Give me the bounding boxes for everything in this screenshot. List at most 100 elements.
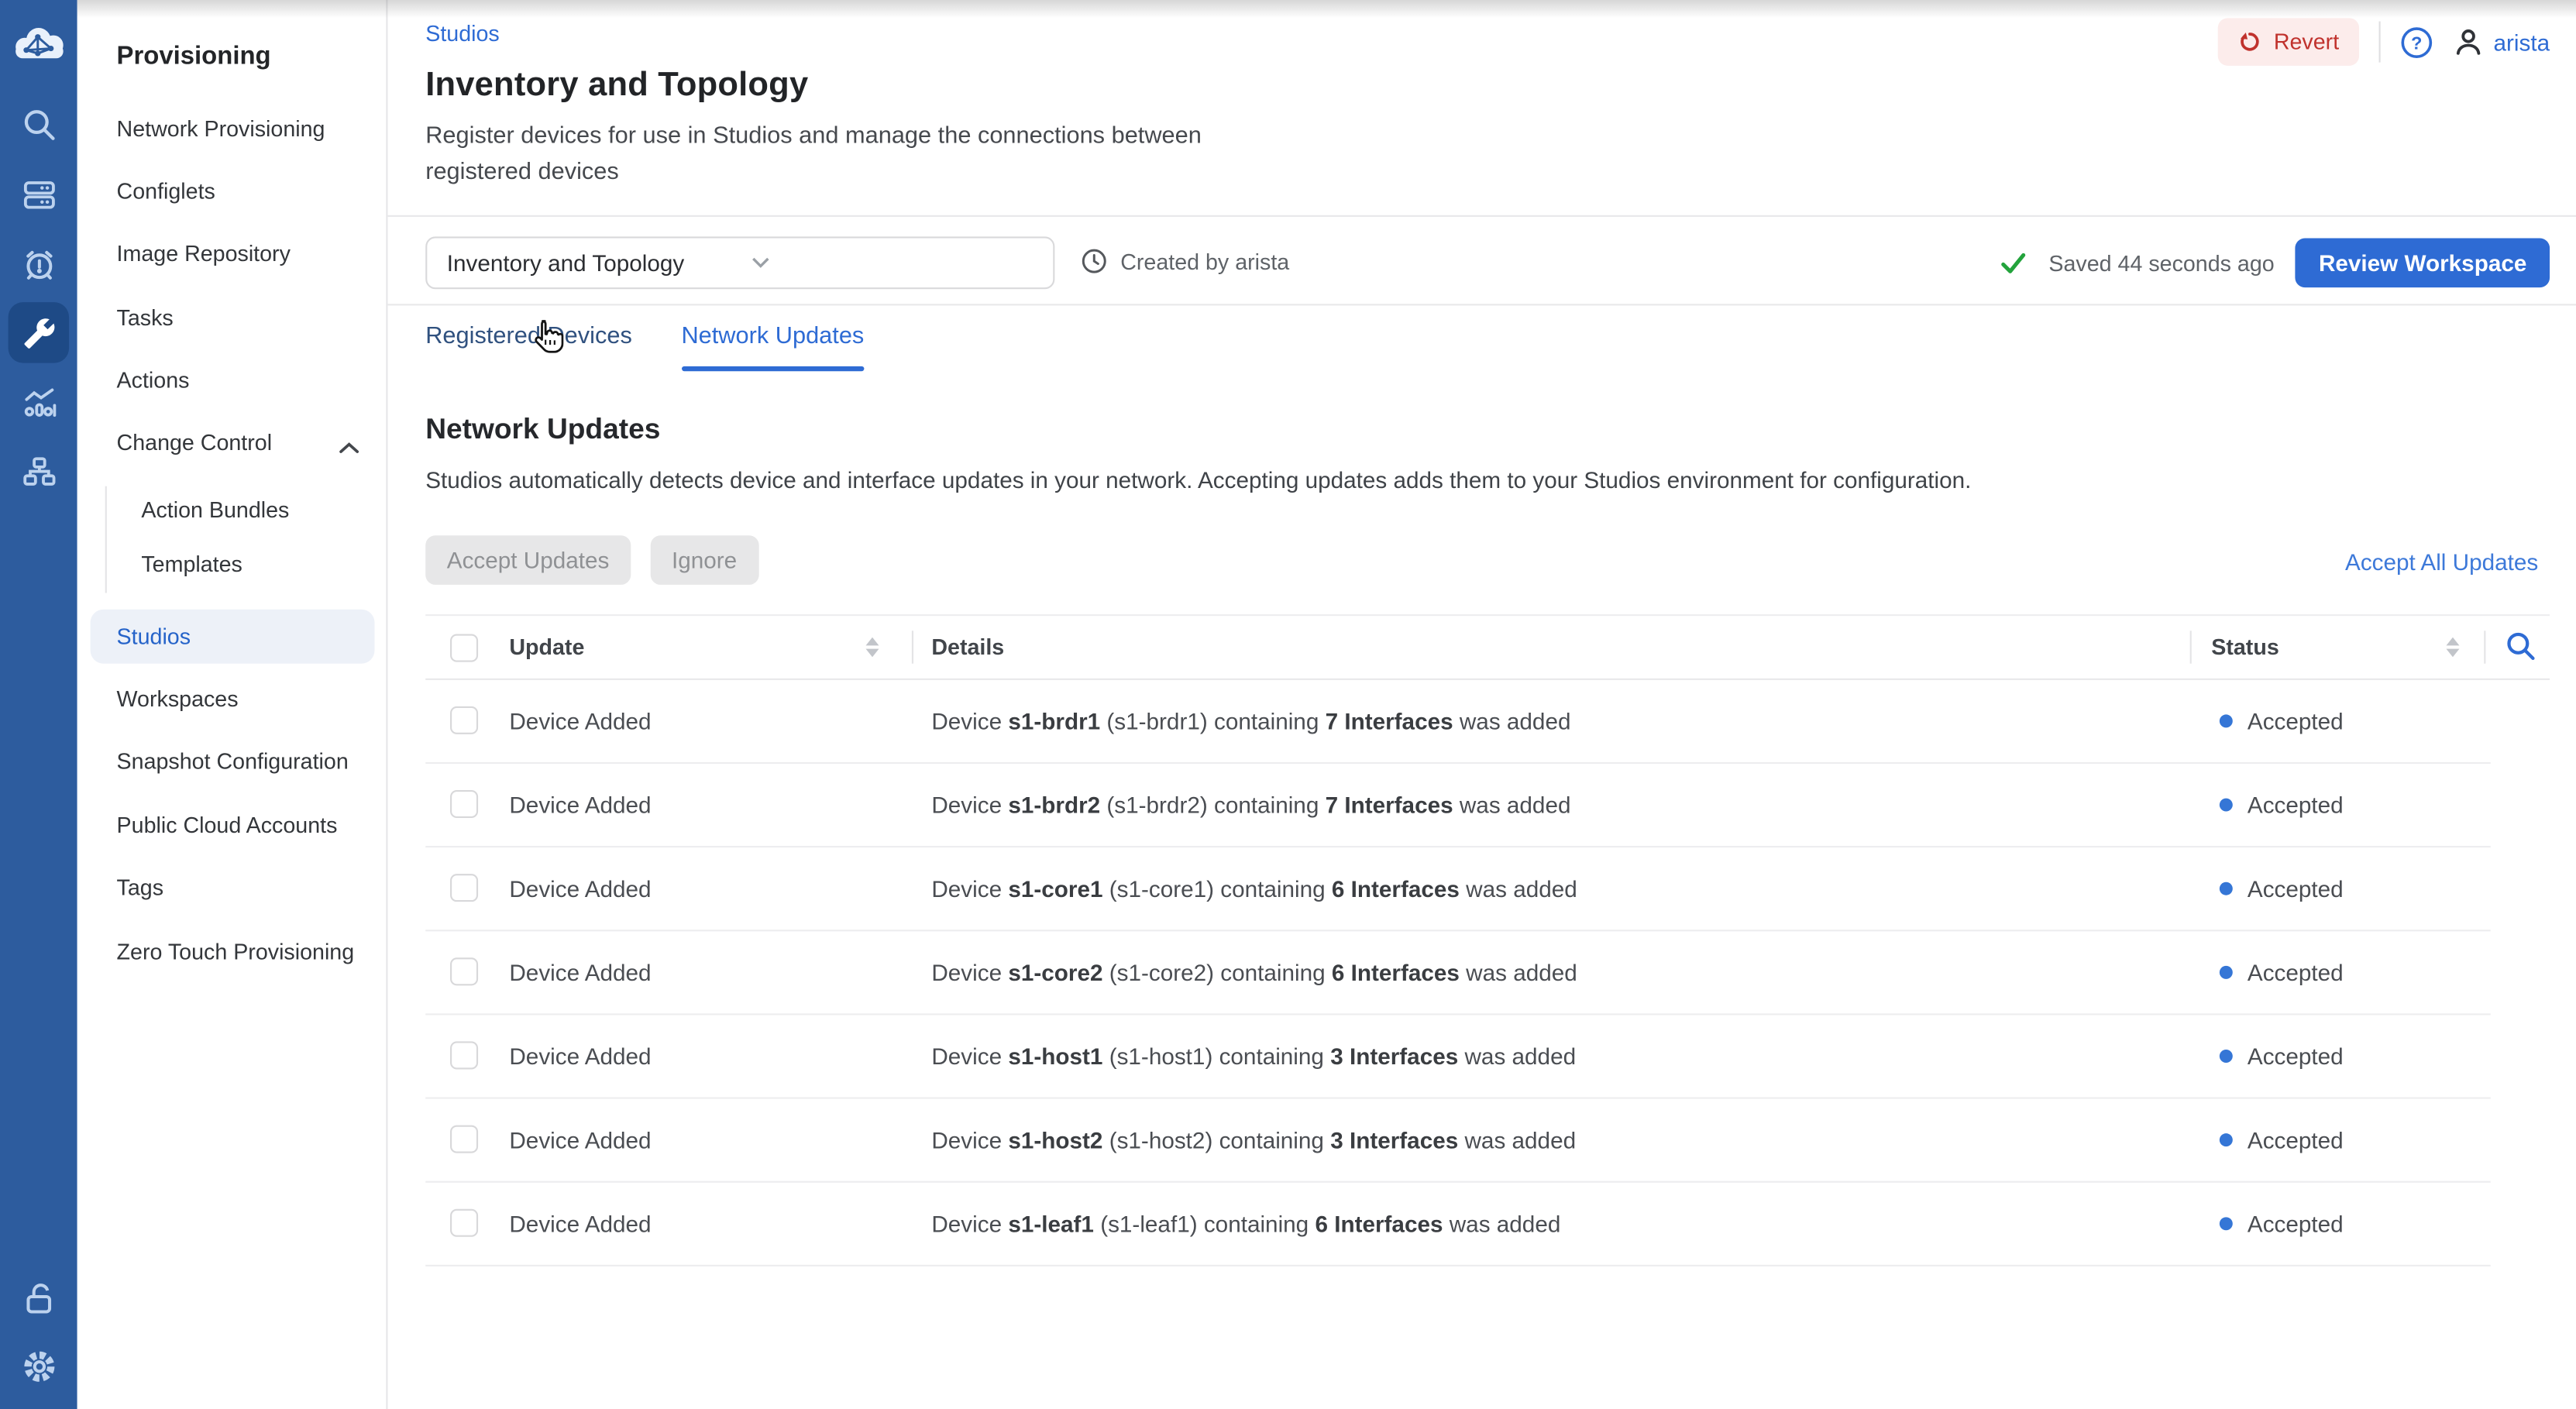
sort-update-icon[interactable] (866, 637, 879, 657)
clock-icon (1081, 248, 1107, 274)
sidebar-item-templates[interactable]: Templates (141, 552, 242, 577)
details-bold-segment: 6 Interfaces (1332, 959, 1460, 985)
row-checkbox[interactable] (450, 957, 478, 985)
nav-rail (0, 0, 77, 1409)
row-checkbox[interactable] (450, 1041, 478, 1069)
subnav-guide-line (105, 486, 107, 593)
status-label: Accepted (2248, 792, 2344, 818)
tab-network-updates[interactable]: Network Updates (681, 305, 864, 373)
table-row: Device Added Device s1-core2 (s1-core2) … (425, 931, 2491, 1015)
sidebar-item-network-provisioning[interactable]: Network Provisioning (117, 117, 325, 142)
user-menu[interactable]: arista (2452, 26, 2550, 57)
details-segment: (s1-core1) containing (1102, 875, 1331, 902)
status-dot-icon (2220, 1050, 2233, 1063)
saved-check-icon (2000, 249, 2027, 277)
status-dot-icon (2220, 1217, 2233, 1230)
row-checkbox[interactable] (450, 706, 478, 734)
sidebar-item-studios[interactable]: Studios (91, 610, 375, 664)
row-checkbox[interactable] (450, 1209, 478, 1237)
column-header-details: Details (931, 635, 1004, 660)
row-checkbox[interactable] (450, 1125, 478, 1153)
status-dot-icon (2220, 714, 2233, 727)
ignore-button[interactable]: Ignore (650, 535, 758, 585)
section-heading: Network Updates (425, 412, 660, 447)
undo-icon (2237, 29, 2262, 54)
workspace-actions: Saved 44 seconds ago Review Workspace (2000, 238, 2550, 287)
accept-all-updates-link[interactable]: Accept All Updates (2345, 548, 2538, 575)
divider (387, 215, 2576, 217)
breadcrumb-studios-link[interactable]: Studios (425, 22, 499, 46)
details-bold-segment: 3 Interfaces (1330, 1043, 1458, 1070)
sidebar-item-tasks[interactable]: Tasks (117, 305, 174, 330)
details-segment: Device (931, 1211, 1008, 1237)
details-bold-segment: s1-brdr2 (1008, 792, 1100, 818)
table-search-icon[interactable] (2505, 631, 2536, 670)
row-checkbox[interactable] (450, 874, 478, 902)
details-segment: was added (1458, 1127, 1576, 1153)
table-body: Device Added Device s1-brdr1 (s1-brdr1) … (425, 680, 2550, 1266)
sidebar-title: Provisioning (117, 43, 271, 72)
details-segment: (s1-host2) containing (1102, 1127, 1330, 1153)
sidebar-item-public-cloud-accounts[interactable]: Public Cloud Accounts (117, 813, 338, 838)
events-alarm-icon[interactable] (0, 240, 77, 290)
revert-label: Revert (2274, 29, 2339, 54)
details-segment: Device (931, 708, 1008, 734)
page-description: Register devices for use in Studios and … (425, 120, 1247, 191)
main-content: Studios Inventory and Topology Register … (387, 0, 2576, 1409)
update-cell: Device Added (509, 708, 651, 734)
details-cell: Device s1-brdr2 (s1-brdr2) containing 7 … (931, 792, 1570, 818)
cloudvision-logo-icon[interactable] (10, 23, 69, 64)
column-divider (912, 631, 913, 663)
row-checkbox[interactable] (450, 790, 478, 818)
provisioning-active-tile[interactable] (9, 302, 69, 363)
status-cell: Accepted (2220, 1043, 2344, 1070)
update-cell: Device Added (509, 1043, 651, 1070)
sidebar-item-action-bundles[interactable]: Action Bundles (141, 498, 289, 523)
revert-button[interactable]: Revert (2218, 18, 2359, 65)
status-cell: Accepted (2220, 1211, 2344, 1237)
studio-select[interactable]: Inventory and Topology (425, 236, 1054, 289)
lock-open-icon[interactable] (0, 1273, 77, 1322)
sidebar-item-image-repository[interactable]: Image Repository (117, 242, 291, 266)
sidebar-item-change-control[interactable]: Change Control (117, 431, 273, 455)
table-row: Device Added Device s1-brdr1 (s1-brdr1) … (425, 680, 2491, 764)
chevron-up-icon[interactable] (339, 434, 360, 447)
table-row: Device Added Device s1-brdr2 (s1-brdr2) … (425, 764, 2491, 847)
details-segment: (s1-leaf1) containing (1094, 1211, 1316, 1237)
search-icon[interactable] (0, 100, 77, 149)
table-row: Device Added Device s1-host2 (s1-host2) … (425, 1099, 2491, 1183)
details-segment: Device (931, 959, 1008, 985)
metrics-chart-icon[interactable] (0, 378, 77, 428)
top-scroll-shadow (77, 0, 2576, 18)
details-segment: was added (1460, 875, 1577, 902)
select-all-checkbox[interactable] (450, 634, 478, 662)
review-workspace-button[interactable]: Review Workspace (2296, 238, 2550, 287)
topology-icon[interactable] (0, 447, 77, 497)
details-cell: Device s1-core1 (s1-core1) containing 6 … (931, 875, 1577, 902)
help-icon[interactable]: ? (2400, 26, 2433, 58)
details-bold-segment: 7 Interfaces (1326, 708, 1453, 734)
table-row: Device Added Device s1-host1 (s1-host1) … (425, 1015, 2491, 1098)
sidebar-item-tags[interactable]: Tags (117, 875, 164, 900)
sidebar-item-snapshot-configuration[interactable]: Snapshot Configuration (117, 749, 349, 774)
status-cell: Accepted (2220, 875, 2344, 902)
sidebar-item-configlets[interactable]: Configlets (117, 179, 215, 204)
details-cell: Device s1-brdr1 (s1-brdr1) containing 7 … (931, 708, 1570, 734)
sidebar-item-zero-touch-provisioning[interactable]: Zero Touch Provisioning (117, 940, 355, 964)
settings-gear-icon[interactable] (0, 1342, 77, 1391)
status-dot-icon (2220, 882, 2233, 895)
sort-status-icon[interactable] (2446, 637, 2459, 657)
sidebar-item-actions[interactable]: Actions (117, 368, 190, 393)
details-cell: Device s1-core2 (s1-core2) containing 6 … (931, 959, 1577, 985)
username: arista (2493, 29, 2550, 55)
status-cell: Accepted (2220, 708, 2344, 734)
device-inventory-icon[interactable] (0, 169, 77, 218)
sidebar-item-workspaces[interactable]: Workspaces (117, 686, 239, 711)
section-description: Studios automatically detects device and… (425, 466, 1971, 493)
details-bold-segment: s1-leaf1 (1008, 1211, 1094, 1237)
created-by: Created by arista (1081, 248, 1289, 274)
svg-text:?: ? (2411, 33, 2422, 53)
status-dot-icon (2220, 799, 2233, 812)
tab-registered-devices[interactable]: Registered Devices (425, 305, 632, 373)
accept-updates-button[interactable]: Accept Updates (425, 535, 631, 585)
